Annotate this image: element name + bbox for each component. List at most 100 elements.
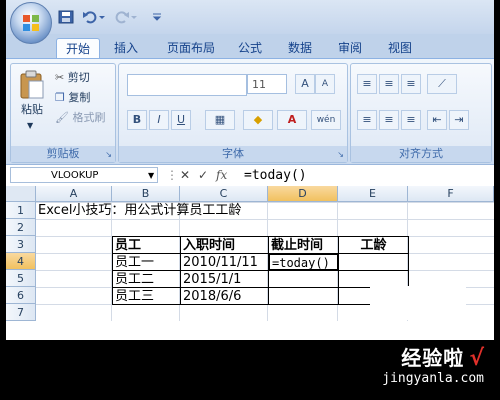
table-header-employee[interactable]: 员工 bbox=[112, 236, 181, 254]
office-logo-icon bbox=[23, 15, 39, 31]
font-name-box[interactable] bbox=[127, 74, 247, 96]
alignment-group: ≡ ≡ ≡ ⟋ ≡ ≡ ≡ ⇤ ⇥ 对齐方式 bbox=[350, 63, 492, 163]
column-header-c[interactable]: C bbox=[180, 186, 268, 202]
phonetic-button[interactable]: wén bbox=[311, 110, 341, 130]
cut-label: 剪切 bbox=[67, 71, 90, 84]
shrink-font-icon[interactable]: A bbox=[315, 74, 335, 94]
table-cell-c6[interactable]: 2018/6/6 bbox=[180, 287, 269, 305]
grow-font-icon[interactable]: A bbox=[295, 74, 315, 94]
fill-color-icon[interactable]: ◆ bbox=[243, 110, 273, 130]
watermark-title: 经验啦 bbox=[401, 346, 465, 370]
align-center-icon[interactable]: ≡ bbox=[379, 110, 399, 130]
tab-data[interactable]: 数据 bbox=[280, 38, 320, 58]
paste-icon[interactable] bbox=[19, 70, 45, 100]
insert-function-icon[interactable]: fx bbox=[216, 168, 227, 182]
align-bottom-icon[interactable]: ≡ bbox=[401, 74, 421, 94]
office-button[interactable] bbox=[10, 2, 52, 44]
copy-button[interactable]: ❐ 复制 bbox=[55, 90, 90, 106]
tab-home[interactable]: 开始 bbox=[56, 38, 100, 59]
column-header-e[interactable]: E bbox=[338, 186, 408, 202]
align-middle-icon[interactable]: ≡ bbox=[379, 74, 399, 94]
enter-icon[interactable]: ✓ bbox=[198, 168, 208, 182]
text-cursor bbox=[337, 255, 338, 269]
align-left-icon[interactable]: ≡ bbox=[357, 110, 377, 130]
cut-button[interactable]: ✂ 剪切 bbox=[55, 70, 90, 86]
column-header-a[interactable]: A bbox=[36, 186, 112, 202]
row-header-4[interactable]: 4 bbox=[6, 253, 36, 270]
watermark-title-row: 经验啦 √ bbox=[382, 342, 484, 371]
font-color-icon[interactable]: A bbox=[277, 110, 307, 130]
table-cell-d5[interactable] bbox=[268, 270, 339, 288]
column-header-d[interactable]: D bbox=[268, 186, 338, 202]
name-box-dropdown-icon[interactable]: ▼ bbox=[148, 171, 154, 180]
row-header-7[interactable]: 7 bbox=[6, 304, 36, 321]
font-group: 11 A A B I U ▦ ◆ A wén 字体 ↘ bbox=[118, 63, 348, 163]
column-header-f[interactable]: F bbox=[408, 186, 494, 202]
decrease-indent-icon[interactable]: ⇤ bbox=[427, 110, 447, 130]
tab-page-layout[interactable]: 页面布局 bbox=[158, 38, 224, 58]
increase-indent-icon[interactable]: ⇥ bbox=[449, 110, 469, 130]
watermark-url: jingyanla.com bbox=[382, 371, 484, 386]
redo-icon[interactable] bbox=[114, 10, 130, 24]
column-header-b[interactable]: B bbox=[112, 186, 180, 202]
tab-formulas[interactable]: 公式 bbox=[230, 38, 270, 58]
clipboard-group-label: 剪贴板 bbox=[11, 146, 115, 162]
formula-bar: VLOOKUP ▼ ⋮ ✕ ✓ fx =today() bbox=[6, 164, 494, 188]
cancel-icon[interactable]: ✕ bbox=[180, 168, 190, 182]
font-size-box[interactable]: 11 bbox=[247, 74, 287, 94]
table-cell-b4[interactable]: 员工一 bbox=[112, 253, 181, 271]
tab-insert[interactable]: 插入 bbox=[106, 38, 146, 58]
title-bar bbox=[6, 0, 494, 34]
ribbon: 粘贴 ▼ ✂ 剪切 ❐ 复制 🖌 格式刷 剪贴板 ↘ 11 A A B I U … bbox=[6, 58, 494, 165]
underline-button[interactable]: U bbox=[171, 110, 191, 130]
obscured-area bbox=[370, 286, 466, 320]
save-icon[interactable] bbox=[58, 10, 74, 24]
tab-view[interactable]: 视图 bbox=[380, 38, 420, 58]
tab-review[interactable]: 审阅 bbox=[330, 38, 370, 58]
copy-icon: ❐ bbox=[55, 91, 65, 104]
checkmark-icon: √ bbox=[469, 346, 484, 371]
align-top-icon[interactable]: ≡ bbox=[357, 74, 377, 94]
ribbon-tabs: 开始 插入 页面布局 公式 数据 审阅 视图 bbox=[6, 34, 494, 59]
table-cell-d6[interactable] bbox=[268, 287, 339, 305]
table-header-seniority[interactable]: 工龄 bbox=[338, 236, 409, 254]
align-right-icon[interactable]: ≡ bbox=[401, 110, 421, 130]
redo-dropdown-icon[interactable] bbox=[130, 10, 138, 24]
customize-toolbar-icon[interactable] bbox=[152, 10, 162, 24]
row-header-2[interactable]: 2 bbox=[6, 219, 36, 236]
dialog-launcher-icon[interactable]: ↘ bbox=[105, 150, 112, 159]
row-header-5[interactable]: 5 bbox=[6, 270, 36, 287]
more-icon: ⋮ bbox=[166, 168, 178, 182]
format-painter-label: 格式刷 bbox=[72, 111, 106, 124]
name-box[interactable]: VLOOKUP bbox=[10, 167, 158, 183]
table-header-end-date[interactable]: 截止时间 bbox=[268, 236, 339, 254]
table-header-start-date[interactable]: 入职时间 bbox=[180, 236, 269, 254]
borders-icon[interactable]: ▦ bbox=[205, 110, 235, 130]
italic-button[interactable]: I bbox=[149, 110, 169, 130]
watermark: 经验啦 √ jingyanla.com bbox=[382, 342, 484, 386]
paste-button[interactable]: 粘贴 bbox=[21, 102, 43, 118]
table-cell-d4-active[interactable]: =today() bbox=[268, 253, 339, 271]
font-dialog-launcher-icon[interactable]: ↘ bbox=[337, 150, 344, 159]
paste-dropdown-icon[interactable]: ▼ bbox=[27, 118, 33, 134]
table-cell-c4[interactable]: 2010/11/11 bbox=[180, 253, 269, 271]
undo-icon[interactable] bbox=[82, 10, 98, 24]
row-header-1[interactable]: 1 bbox=[6, 202, 36, 219]
font-group-label: 字体 bbox=[119, 146, 347, 162]
brush-icon: 🖌 bbox=[55, 111, 69, 124]
cell-a1[interactable]: Excel小技巧：用公式计算员工工龄 bbox=[36, 202, 241, 219]
orientation-icon[interactable]: ⟋ bbox=[427, 74, 457, 94]
formula-input[interactable]: =today() bbox=[244, 167, 307, 185]
row-header-6[interactable]: 6 bbox=[6, 287, 36, 304]
undo-dropdown-icon[interactable] bbox=[98, 10, 106, 24]
table-cell-e4[interactable] bbox=[338, 253, 409, 271]
format-painter-button[interactable]: 🖌 格式刷 bbox=[55, 110, 105, 126]
table-cell-b5[interactable]: 员工二 bbox=[112, 270, 181, 288]
table-cell-b6[interactable]: 员工三 bbox=[112, 287, 181, 305]
row-header-3[interactable]: 3 bbox=[6, 236, 36, 253]
clipboard-group: 粘贴 ▼ ✂ 剪切 ❐ 复制 🖌 格式刷 剪贴板 ↘ bbox=[10, 63, 116, 163]
select-all-corner[interactable] bbox=[6, 186, 36, 202]
table-cell-c5[interactable]: 2015/1/1 bbox=[180, 270, 269, 288]
bold-button[interactable]: B bbox=[127, 110, 147, 130]
copy-label: 复制 bbox=[68, 91, 91, 104]
